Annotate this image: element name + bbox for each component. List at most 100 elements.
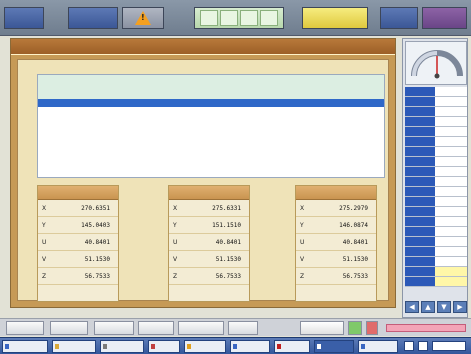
coord-value: 51.1530	[84, 255, 110, 263]
taskbar-item[interactable]	[314, 340, 354, 353]
parameter-row[interactable]	[405, 247, 467, 257]
taskbar-item[interactable]	[184, 340, 226, 353]
parameter-row[interactable]	[405, 177, 467, 187]
taskbar-item[interactable]	[2, 340, 48, 353]
coord-panel-1: X 270.6351 Y 145.0403 U 40.8401 V 51.1530 Z 5…	[37, 185, 119, 302]
parameter-row[interactable]	[405, 227, 467, 237]
parameter-key	[405, 87, 435, 96]
axis-label: X	[173, 204, 178, 212]
parameter-row[interactable]	[405, 157, 467, 167]
axis-label: U	[300, 238, 305, 246]
arrow-right-button[interactable]: ▶	[453, 301, 467, 313]
progress-bar	[386, 324, 466, 332]
parameter-key	[405, 137, 435, 146]
function-button-6[interactable]	[228, 321, 258, 335]
parameter-row[interactable]	[405, 197, 467, 207]
stop-icon[interactable]	[366, 321, 378, 335]
toolbar-button-yellow[interactable]	[302, 7, 368, 29]
function-button-5[interactable]	[178, 321, 224, 335]
function-button-4[interactable]	[138, 321, 174, 335]
parameter-key	[405, 117, 435, 126]
parameter-key	[405, 167, 435, 176]
segment-4	[260, 10, 278, 26]
segment-2	[220, 10, 238, 26]
coord-row: U 40.8401	[169, 234, 249, 251]
coord-value: 146.0874	[339, 221, 368, 229]
parameter-row[interactable]	[405, 237, 467, 247]
parameter-row[interactable]	[405, 97, 467, 107]
coord-value: 56.7533	[215, 272, 241, 280]
tray-icon[interactable]	[418, 341, 428, 351]
parameter-row[interactable]	[405, 147, 467, 157]
parameter-key	[405, 147, 435, 156]
list-item[interactable]	[38, 75, 384, 83]
warning-triangle-icon	[135, 11, 151, 25]
parameter-key	[405, 177, 435, 186]
parameter-value	[435, 227, 467, 236]
coord-row: U 40.8401	[38, 234, 118, 251]
taskbar-item[interactable]	[100, 340, 144, 353]
coord-row: V 51.1530	[296, 251, 376, 268]
parameter-row[interactable]	[405, 267, 467, 277]
parameter-value	[435, 147, 467, 156]
arrow-left-button[interactable]: ◀	[405, 301, 419, 313]
parameter-key	[405, 267, 435, 276]
parameter-row[interactable]	[405, 277, 467, 287]
coord-value: 56.7533	[84, 272, 110, 280]
mode-label	[300, 321, 344, 335]
parameter-key	[405, 217, 435, 226]
coord-row: X 270.6351	[38, 200, 118, 217]
taskbar-item[interactable]	[358, 340, 398, 353]
taskbar-item[interactable]	[274, 340, 310, 353]
parameter-key	[405, 247, 435, 256]
function-button-1[interactable]	[6, 321, 44, 335]
coord-row: Z 56.7533	[169, 268, 249, 285]
list-item[interactable]	[38, 91, 384, 99]
record-list[interactable]	[37, 74, 385, 178]
parameter-row[interactable]	[405, 217, 467, 227]
parameter-key	[405, 97, 435, 106]
function-button-3[interactable]	[94, 321, 134, 335]
taskbar-item[interactable]	[230, 340, 270, 353]
taskbar-item[interactable]	[148, 340, 180, 353]
toolbar-button-1[interactable]	[4, 7, 44, 29]
gauge	[405, 41, 467, 85]
toolbar-button-7[interactable]	[422, 7, 467, 29]
toolbar-button-6[interactable]	[380, 7, 418, 29]
parameter-row[interactable]	[405, 257, 467, 267]
segment-display	[194, 7, 284, 29]
parameter-key	[405, 157, 435, 166]
parameter-row[interactable]	[405, 87, 467, 97]
arrow-up-button[interactable]: ▲	[421, 301, 435, 313]
parameter-row[interactable]	[405, 137, 467, 147]
tray-icon[interactable]	[404, 341, 414, 351]
parameter-value	[435, 217, 467, 226]
function-button-2[interactable]	[50, 321, 88, 335]
arrow-down-button[interactable]: ▼	[437, 301, 451, 313]
coord-panel-3: X 275.2979 Y 146.0874 U 40.8401 V 51.1530 Z 5…	[295, 185, 377, 302]
coord-value: 40.8401	[342, 238, 368, 246]
button-bar	[0, 318, 471, 336]
parameter-row[interactable]	[405, 107, 467, 117]
list-item-selected[interactable]	[38, 99, 384, 107]
axis-label: Z	[300, 272, 305, 280]
app-window: X 270.6351 Y 145.0403 U 40.8401 V 51.1530 Z 5…	[0, 0, 471, 354]
parameter-key	[405, 197, 435, 206]
parameter-row[interactable]	[405, 187, 467, 197]
parameter-row[interactable]	[405, 167, 467, 177]
coord-value: 40.8401	[84, 238, 110, 246]
parameter-value	[435, 267, 467, 276]
gauge-dial-icon	[411, 50, 463, 79]
warning-button[interactable]	[122, 7, 164, 29]
taskbar-item[interactable]	[52, 340, 96, 353]
segment-1	[200, 10, 218, 26]
axis-label: Y	[300, 221, 304, 229]
parameter-row[interactable]	[405, 127, 467, 137]
refresh-icon[interactable]	[348, 321, 362, 335]
coord-row: Y 151.1510	[169, 217, 249, 234]
list-item[interactable]	[38, 83, 384, 91]
parameter-value	[435, 237, 467, 246]
parameter-row[interactable]	[405, 117, 467, 127]
parameter-row[interactable]	[405, 207, 467, 217]
toolbar-button-2[interactable]	[68, 7, 118, 29]
